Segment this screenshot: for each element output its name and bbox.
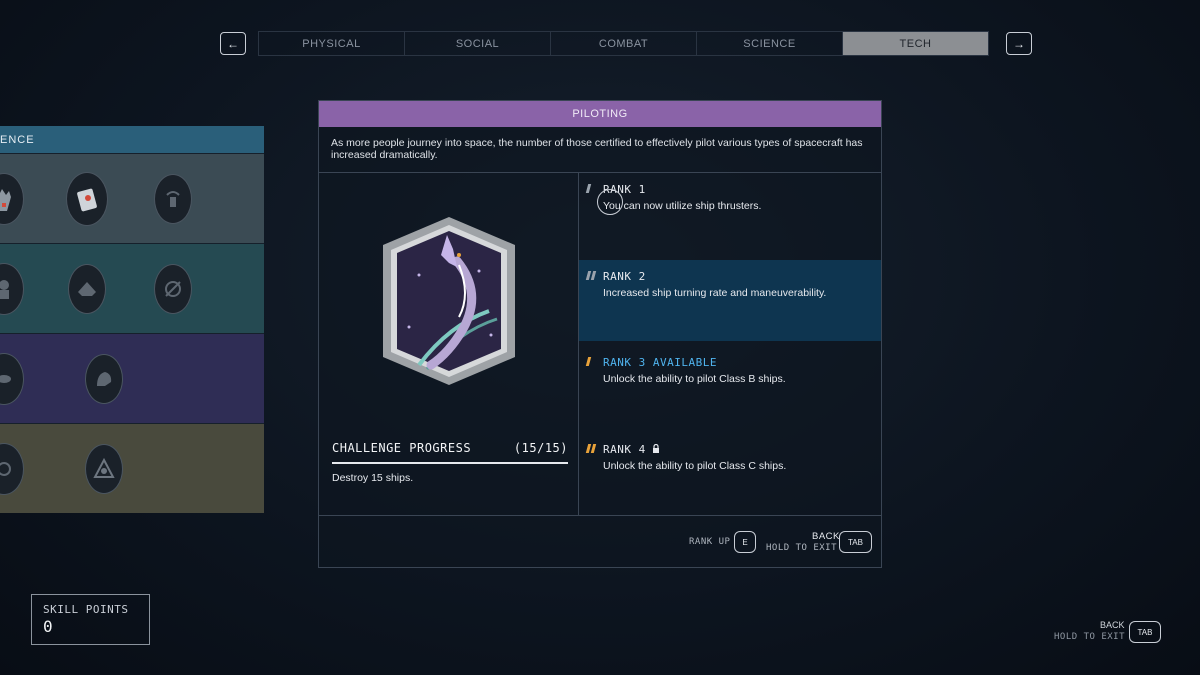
rank-2[interactable]: RANK 2 Increased ship turning rate and m… (579, 260, 881, 341)
skill-points-value: 0 (43, 617, 53, 636)
skill-category-tabs: PHYSICAL SOCIAL COMBAT SCIENCE TECH (258, 31, 989, 56)
rank-3-pips (585, 357, 592, 366)
rank-1-pips (585, 184, 592, 193)
corner-back-key-label: TAB (1137, 627, 1153, 637)
tab-combat[interactable]: COMBAT (551, 32, 697, 55)
rank-2-pips (585, 271, 597, 280)
skill-tree-header-label: ENCE (0, 133, 35, 146)
back-label: BACK (812, 531, 840, 542)
skill-points-label: SKILL POINTS (43, 603, 129, 616)
back-key-label: TAB (848, 537, 863, 547)
piloting-patch-icon (379, 215, 519, 387)
arrow-right-icon: → (1013, 36, 1025, 51)
challenge-progress-count: (15/15) (513, 441, 568, 455)
skill-ship-repair-icon[interactable] (68, 263, 106, 314)
skill-description: As more people journey into space, the n… (319, 127, 881, 173)
tab-tech[interactable]: TECH (843, 32, 988, 55)
skill-row-tier-4 (0, 423, 264, 513)
tab-social[interactable]: SOCIAL (405, 32, 551, 55)
rank-1-description: You can now utilize ship thrusters. (603, 200, 762, 212)
skill-overview: CHALLENGE PROGRESS (15/15) Destroy 15 sh… (319, 173, 579, 515)
rank-1[interactable]: RANK 1 You can now utilize ship thruster… (579, 173, 881, 260)
rank-3-title: RANK 3 AVAILABLE (603, 356, 717, 369)
rank-3[interactable]: RANK 3 AVAILABLE Unlock the ability to p… (579, 346, 881, 433)
skill-points-box: SKILL POINTS 0 (31, 594, 150, 645)
skill-tree-panel: ENCE (0, 126, 264, 516)
skill-drone-icon[interactable] (0, 352, 24, 405)
arrow-left-icon: ← (227, 36, 239, 51)
rank-4-title: RANK 4 (603, 443, 646, 456)
tab-physical[interactable]: PHYSICAL (259, 32, 405, 55)
back-key-button[interactable]: TAB (839, 531, 872, 553)
tab-science[interactable]: SCIENCE (697, 32, 843, 55)
skill-detail-dialog: PILOTING As more people journey into spa… (318, 100, 882, 568)
skill-row-tier-2 (0, 243, 264, 333)
skill-robot-icon[interactable] (85, 353, 123, 404)
rank-up-key-label: E (742, 537, 748, 547)
skill-title: PILOTING (572, 108, 628, 120)
skill-gear-icon[interactable] (0, 442, 24, 495)
skill-astronaut-icon[interactable] (0, 262, 24, 315)
skill-body: CHALLENGE PROGRESS (15/15) Destroy 15 sh… (319, 173, 881, 515)
rank-2-description: Increased ship turning rate and maneuver… (603, 287, 827, 299)
challenge-progress-bar (332, 462, 568, 464)
prev-category-button[interactable]: ← (220, 32, 246, 55)
corner-hold-to-exit-label: HOLD TO EXIT (1054, 632, 1126, 642)
rank-4-pips (585, 444, 597, 453)
dialog-footer: RANK UP E BACK HOLD TO EXIT TAB (319, 515, 881, 567)
skill-tree-header: ENCE (0, 126, 264, 153)
rank-4-description: Unlock the ability to pilot Class C ship… (603, 460, 787, 472)
rank-3-description: Unlock the ability to pilot Class B ship… (603, 373, 786, 385)
rank-1-title: RANK 1 (603, 183, 646, 196)
rank-up-label: RANK UP (689, 537, 731, 547)
skill-datapad-icon[interactable] (66, 171, 108, 226)
cursor-ring-icon (597, 189, 623, 215)
rank-2-title: RANK 2 (603, 270, 646, 283)
skill-glove-icon[interactable] (0, 172, 24, 225)
skill-emblem-icon[interactable] (85, 443, 123, 494)
rank-list: RANK 1 You can now utilize ship thruster… (579, 173, 881, 515)
lock-icon (652, 443, 660, 456)
corner-back-key-button[interactable]: TAB (1129, 621, 1161, 643)
next-category-button[interactable]: → (1006, 32, 1032, 55)
challenge-description: Destroy 15 ships. (332, 472, 414, 484)
skill-title-bar: PILOTING (319, 101, 881, 127)
rank-up-key-button[interactable]: E (734, 531, 756, 553)
skill-targeting-icon[interactable] (154, 263, 192, 314)
challenge-progress-header: CHALLENGE PROGRESS (15/15) (332, 441, 568, 455)
skill-row-tier-1 (0, 153, 264, 243)
corner-back-label: BACK (1100, 620, 1125, 630)
skill-row-tier-3 (0, 333, 264, 423)
hold-to-exit-label: HOLD TO EXIT (766, 543, 838, 553)
rank-4[interactable]: RANK 4 Unlock the ability to pilot Class… (579, 433, 881, 520)
rank-4-title-row: RANK 4 (603, 443, 881, 456)
challenge-progress-label: CHALLENGE PROGRESS (332, 441, 472, 455)
skill-signal-icon[interactable] (154, 173, 192, 224)
